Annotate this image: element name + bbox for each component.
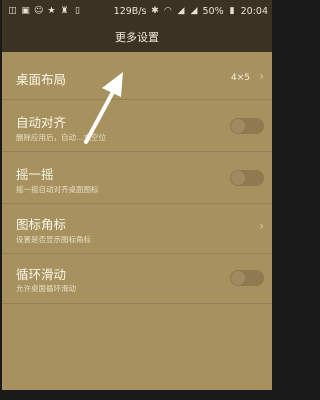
annotation-arrow-icon xyxy=(84,72,123,144)
bottom-bar xyxy=(2,390,272,400)
settings-screen: ◫ ▣ ☺ ★ ♜ ▯ 129B/s ✱ ◠ ◢ ◢ 50% ▮ 20:04 更… xyxy=(0,0,274,400)
